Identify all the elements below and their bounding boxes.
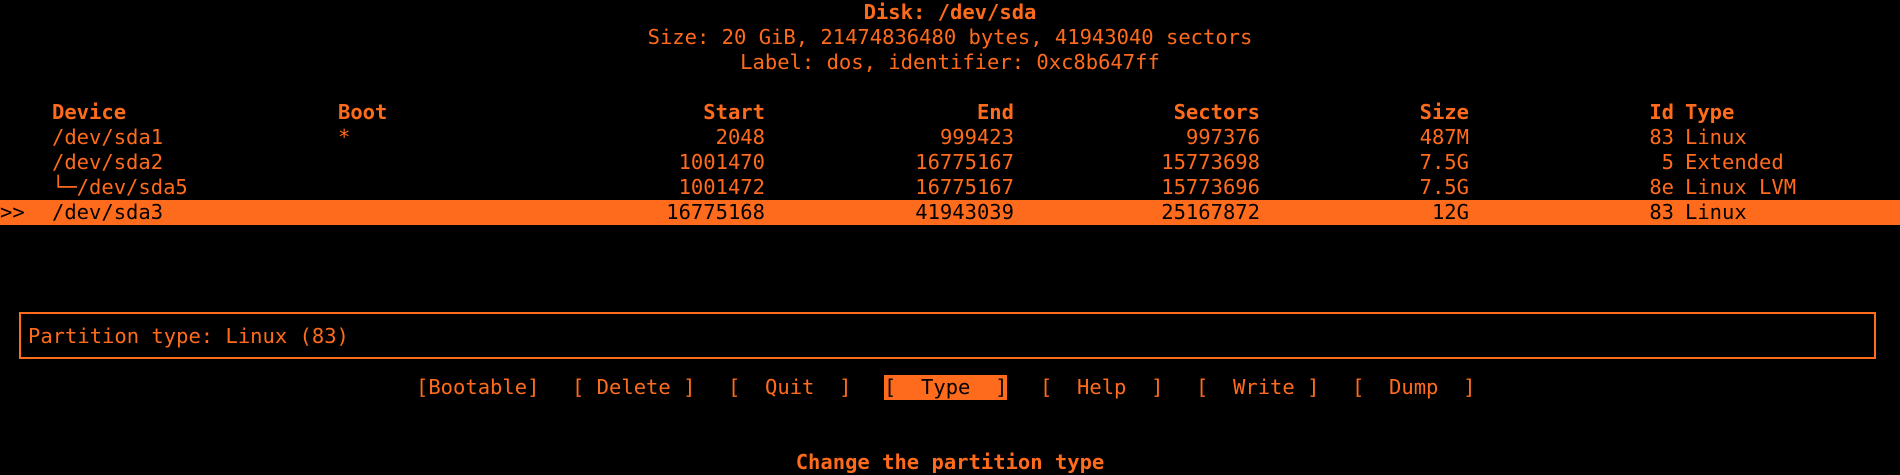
partition-device: /dev/sda1: [52, 125, 164, 149]
partition-row-sda5[interactable]: └─/dev/sda5 1001472 16775167 15773696 7.…: [0, 175, 1900, 200]
table-header: Device Boot Start End Sectors Size Id Ty…: [0, 100, 1900, 125]
disk-title: Disk: /dev/sda: [863, 0, 1037, 24]
quit-button[interactable]: [ Quit ]: [728, 375, 851, 400]
partition-device: └─/dev/sda5: [52, 175, 188, 199]
column-header-sectors: Sectors: [1173, 100, 1260, 124]
partition-sectors: 25167872: [1161, 200, 1260, 224]
partition-start: 1001472: [678, 175, 765, 199]
partition-id: 5: [1661, 150, 1674, 174]
column-header-id: Id: [1649, 100, 1674, 124]
partition-size: 12G: [1431, 200, 1469, 224]
partition-id: 8e: [1649, 175, 1674, 199]
partition-start: 1001470: [678, 150, 765, 174]
write-button[interactable]: [ Write ]: [1196, 375, 1319, 400]
column-header-type: Type: [1685, 100, 1735, 124]
partition-start: 2048: [715, 125, 765, 149]
type-button[interactable]: [ Type ]: [884, 375, 1008, 400]
partition-info-text: Partition type: Linux (83): [28, 324, 349, 348]
delete-button[interactable]: [ Delete ]: [572, 375, 695, 400]
partition-size: 7.5G: [1419, 150, 1469, 174]
partition-sectors: 997376: [1185, 125, 1260, 149]
partition-row-sda3[interactable]: >> /dev/sda3 16775168 41943039 25167872 …: [0, 200, 1900, 225]
partition-boot-flag: *: [338, 125, 351, 149]
partition-id: 83: [1649, 200, 1674, 224]
partition-row-sda1[interactable]: /dev/sda1 * 2048 999423 997376 487M 83 L…: [0, 125, 1900, 150]
partition-type: Extended: [1685, 150, 1784, 174]
partition-row-sda2[interactable]: /dev/sda2 1001470 16775167 15773698 7.5G…: [0, 150, 1900, 175]
partition-info-box: Partition type: Linux (83): [19, 312, 1876, 359]
partition-sectors: 15773696: [1161, 175, 1260, 199]
partition-end: 41943039: [915, 200, 1014, 224]
disk-label-info: Label: dos, identifier: 0xc8b647ff: [740, 50, 1160, 74]
column-header-boot: Boot: [338, 100, 388, 124]
partition-start: 16775168: [666, 200, 765, 224]
partition-type: Linux: [1685, 125, 1747, 149]
partition-device: /dev/sda3: [52, 200, 164, 224]
help-button[interactable]: [ Help ]: [1040, 375, 1163, 400]
column-header-end: End: [976, 100, 1014, 124]
partition-type: Linux LVM: [1685, 175, 1797, 199]
bootable-button[interactable]: [Bootable]: [416, 375, 539, 400]
dump-button[interactable]: [ Dump ]: [1352, 375, 1475, 400]
partition-id: 83: [1649, 125, 1674, 149]
disk-size-info: Size: 20 GiB, 21474836480 bytes, 4194304…: [647, 25, 1253, 49]
column-header-size: Size: [1419, 100, 1469, 124]
partition-end: 999423: [939, 125, 1014, 149]
column-header-device: Device: [52, 100, 127, 124]
partition-sectors: 15773698: [1161, 150, 1260, 174]
action-hint: Change the partition type: [795, 450, 1105, 474]
partition-size: 487M: [1419, 125, 1469, 149]
partition-type: Linux: [1685, 200, 1747, 224]
partition-end: 16775167: [915, 150, 1014, 174]
row-cursor-marker: >>: [0, 200, 25, 224]
partition-end: 16775167: [915, 175, 1014, 199]
column-header-start: Start: [703, 100, 765, 124]
partition-device: /dev/sda2: [52, 150, 164, 174]
partition-size: 7.5G: [1419, 175, 1469, 199]
